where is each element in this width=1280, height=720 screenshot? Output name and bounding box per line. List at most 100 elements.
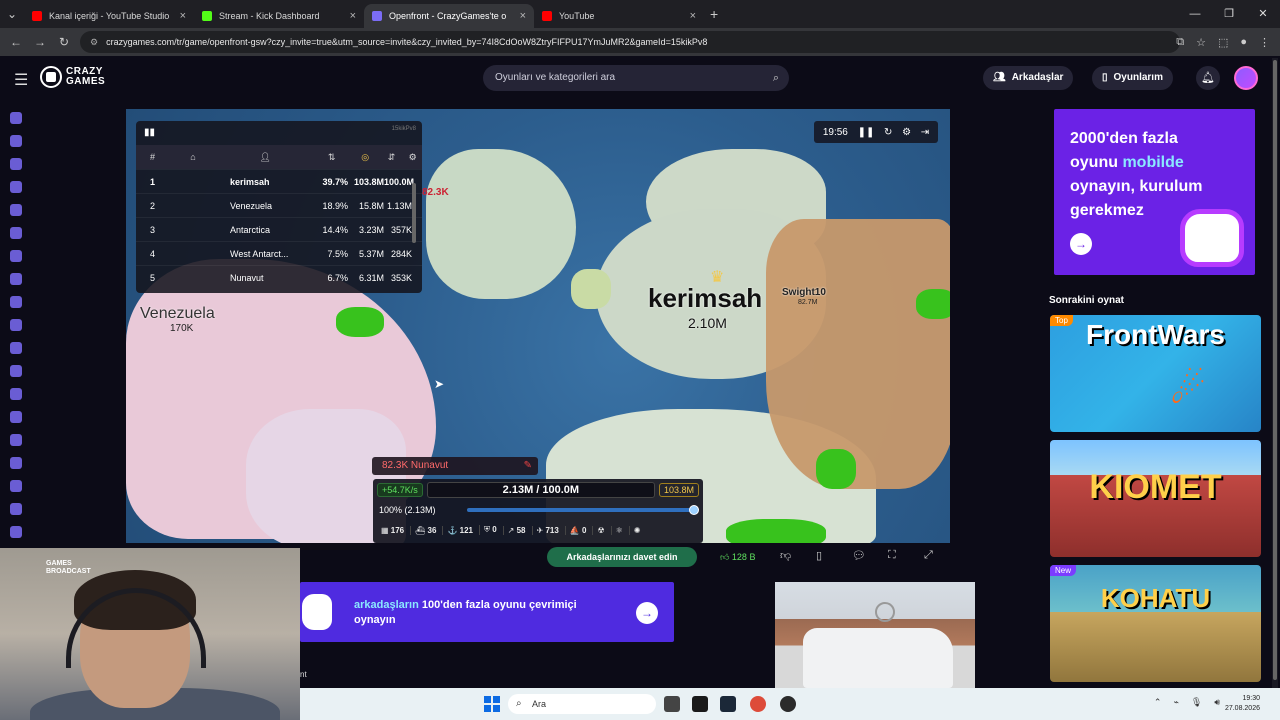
- game-thumbnail[interactable]: New KOHATU: [1050, 565, 1261, 682]
- tiles-sort-icon[interactable]: ⇅: [306, 152, 336, 163]
- extensions-icon[interactable]: ⬚: [1218, 36, 1228, 49]
- gold-sort-icon[interactable]: ◎: [335, 152, 369, 163]
- browser-tab[interactable]: YouTube ×: [534, 4, 704, 28]
- boat-count[interactable]: ⛵ 0: [564, 525, 586, 535]
- user-avatar[interactable]: [1234, 66, 1258, 90]
- port-count[interactable]: ⛴ 36: [410, 525, 436, 535]
- leaderboard-row[interactable]: 1 kerimsah 39.7% 103.8M 100.0M: [136, 169, 422, 193]
- obs-icon[interactable]: [780, 696, 796, 712]
- invite-friends-button[interactable]: Arkadaşlarınızı davet edin: [547, 547, 697, 567]
- advertisement-image[interactable]: [775, 582, 975, 688]
- game-thumbnail[interactable]: KIOMET: [1050, 440, 1261, 557]
- chevron-up-icon[interactable]: ⌃: [1154, 697, 1162, 708]
- browser-tab-active[interactable]: Openfront - CrazyGames'te o ×: [364, 4, 534, 28]
- car-icon[interactable]: [10, 388, 22, 400]
- nuke-icon[interactable]: ☢: [592, 525, 605, 535]
- io-icon[interactable]: [10, 457, 22, 469]
- settings-gear-icon[interactable]: ⚙: [403, 152, 422, 163]
- missile-count[interactable]: ↗ 58: [502, 525, 526, 535]
- search-input[interactable]: Oyunları ve kategorileri ara ⌕: [483, 65, 789, 91]
- card-icon[interactable]: [10, 411, 22, 423]
- crazygames-logo[interactable]: CRAZY GAMES: [40, 66, 105, 88]
- multiplayer-icon[interactable]: [10, 250, 22, 262]
- new-icon[interactable]: [10, 158, 22, 170]
- new-tab-button[interactable]: +: [710, 6, 718, 22]
- windows-start-icon[interactable]: [484, 696, 500, 712]
- feedback-icon[interactable]: 💬︎: [852, 549, 866, 562]
- puzzle-icon[interactable]: [10, 365, 22, 377]
- restart-icon[interactable]: ↻: [884, 127, 892, 138]
- my-games-button[interactable]: ▯ Oyunlarım: [1092, 66, 1173, 90]
- word-icon[interactable]: [10, 434, 22, 446]
- bar-chart-icon[interactable]: ▮▮: [144, 127, 156, 139]
- friends-button[interactable]: 👥︎ Arkadaşlar: [983, 66, 1074, 90]
- bookmark-star-icon[interactable]: ☆: [1196, 36, 1206, 49]
- game-thumbnail[interactable]: Top FrontWars ☄: [1050, 315, 1261, 432]
- adventure-icon[interactable]: [10, 319, 22, 331]
- leaderboard-row[interactable]: 2 Venezuela 18.9% 15.8M 1.13M: [136, 193, 422, 217]
- game-canvas[interactable]: kerimsah 2.10M Venezuela 170K Swight10 8…: [126, 109, 950, 543]
- defense-count[interactable]: ⛨ 0: [478, 525, 497, 535]
- mirv-icon[interactable]: ✺: [628, 525, 641, 535]
- leaderboard-row[interactable]: 4 West Antarct... 7.5% 5.37M 284K: [136, 241, 422, 265]
- tags-icon[interactable]: [10, 526, 22, 538]
- close-icon[interactable]: ×: [690, 10, 696, 22]
- attack-ratio-slider[interactable]: [467, 505, 699, 515]
- maximize-icon[interactable]: ❐: [1212, 0, 1246, 28]
- close-window-icon[interactable]: ✕: [1246, 0, 1280, 28]
- forward-icon[interactable]: →: [28, 35, 52, 49]
- arrow-right-icon[interactable]: →: [1070, 233, 1092, 255]
- basketball-icon[interactable]: [10, 342, 22, 354]
- theater-mode-icon[interactable]: ⛶: [888, 549, 896, 562]
- url-field[interactable]: ⚙ crazygames.com/tr/game/openfront-gsw?c…: [80, 31, 1180, 53]
- browser-tab[interactable]: Kanal içeriği - YouTube Studio ×: [24, 4, 194, 28]
- trending-icon[interactable]: [10, 181, 22, 193]
- page-scrollbar[interactable]: [1272, 58, 1278, 688]
- shooting-icon[interactable]: [10, 480, 22, 492]
- reload-icon[interactable]: ↻: [52, 35, 76, 49]
- volume-icon[interactable]: 🔊︎: [1214, 697, 1220, 708]
- close-icon[interactable]: ×: [520, 10, 526, 22]
- slider-knob[interactable]: [689, 505, 699, 515]
- notifications-bell-icon[interactable]: 🔔︎: [1196, 66, 1220, 90]
- steam-icon[interactable]: [720, 696, 736, 712]
- recent-icon[interactable]: [10, 135, 22, 147]
- tab-list-icon[interactable]: ⌄: [0, 7, 24, 21]
- anchor-count[interactable]: ⚓ 121: [442, 525, 473, 535]
- taskbar-clock[interactable]: 19:30 27.08.2026: [1225, 694, 1260, 714]
- exit-icon[interactable]: ⇥: [921, 127, 929, 138]
- cancel-attack-icon[interactable]: ✎: [524, 457, 532, 475]
- player-sort-icon[interactable]: ⌂: [165, 152, 221, 162]
- action-icon[interactable]: [10, 296, 22, 308]
- terminal-icon[interactable]: [692, 696, 708, 712]
- arrow-right-icon[interactable]: →: [636, 602, 658, 624]
- thumbs-down-icon[interactable]: 👎︎: [780, 549, 791, 562]
- fullscreen-icon[interactable]: ⤢: [924, 549, 933, 562]
- troops-sort-icon[interactable]: ⇵: [369, 152, 403, 163]
- pause-icon[interactable]: ❚❚: [858, 127, 875, 138]
- name-header-icon[interactable]: 👤︎: [221, 152, 305, 163]
- bookmark-icon[interactable]: ▯: [816, 549, 822, 562]
- leaderboard-row[interactable]: 5 Nunavut 6.7% 6.31M 353K: [136, 265, 422, 289]
- leaderboard-scrollbar[interactable]: [412, 183, 416, 243]
- hydrogen-icon[interactable]: ⚛: [610, 525, 623, 535]
- network-icon[interactable]: ⌁: [1173, 697, 1178, 708]
- mobile-promo-banner[interactable]: 2000'den fazla oyunu mobilde oynayın, ku…: [1054, 109, 1255, 275]
- warship-count[interactable]: ✈ 713: [531, 525, 559, 535]
- sports-icon[interactable]: [10, 503, 22, 515]
- like-button[interactable]: 👍︎ 128 B: [720, 547, 770, 567]
- two-player-icon[interactable]: [10, 273, 22, 285]
- settings-icon[interactable]: ⚙: [902, 127, 911, 138]
- updated-icon[interactable]: [10, 204, 22, 216]
- site-info-icon[interactable]: ⚙: [90, 37, 98, 48]
- close-icon[interactable]: ×: [180, 10, 186, 22]
- chrome-icon[interactable]: [750, 696, 766, 712]
- scrollbar-thumb[interactable]: [1273, 60, 1277, 680]
- leaderboard-row[interactable]: 3 Antarctica 14.4% 3.23M 357K: [136, 217, 422, 241]
- taskbar-search[interactable]: ⌕ Ara: [508, 694, 656, 714]
- city-count[interactable]: ▦ 176: [377, 526, 404, 535]
- profile-icon[interactable]: ●: [1240, 36, 1247, 48]
- hamburger-icon[interactable]: ☰: [14, 70, 28, 90]
- minimize-icon[interactable]: —: [1178, 0, 1212, 28]
- home-icon[interactable]: [10, 112, 22, 124]
